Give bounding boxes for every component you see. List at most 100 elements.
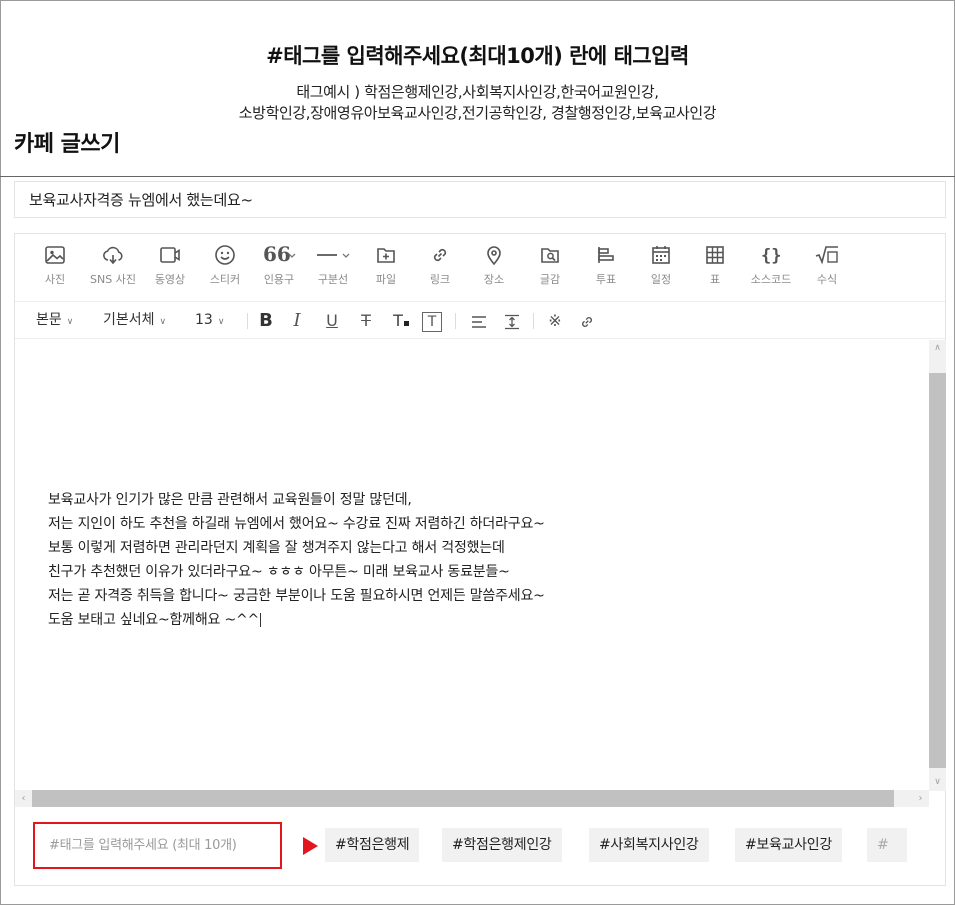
format-toolbar: 본문 ∨ 기본서체 ∨ 13 ∨ B I U T T T ※ — [15, 301, 945, 339]
photo-icon — [45, 246, 65, 264]
source-code-icon: {} — [761, 246, 781, 266]
highlight-button[interactable]: T — [422, 302, 442, 339]
video-button[interactable]: 동영상 — [142, 244, 198, 287]
chevron-down-icon: ∨ — [217, 317, 225, 327]
quote-button[interactable]: 66 인용구 — [251, 244, 307, 287]
link-icon — [433, 248, 447, 262]
body-line: 친구가 추천했던 이유가 있더라구요~ ㅎㅎㅎ 아무튼~ 미래 보육교사 동료분… — [48, 564, 510, 580]
toolbar-label: 투표 — [595, 273, 617, 286]
title-divider — [0, 176, 955, 177]
toolbar-label: 일정 — [650, 273, 672, 286]
highlight-icon: T — [422, 311, 442, 332]
bold-icon[interactable]: B — [256, 302, 276, 339]
toolbar-label: 인용구 — [263, 273, 295, 286]
editor: 사진 SNS 사진 동영상 스티커 66 인용구 구분선 파일 링크 장소 글감… — [14, 233, 946, 886]
toolbar-divider — [455, 313, 456, 329]
font-size-select[interactable]: 13 ∨ — [195, 302, 224, 339]
sticker-button[interactable]: 스티커 — [197, 244, 253, 287]
material-button[interactable]: 글감 — [522, 244, 578, 287]
tag-chip[interactable]: #학점은행제 — [325, 828, 420, 862]
vertical-scroll-thumb[interactable] — [929, 373, 946, 768]
quote-icon: 66 — [263, 244, 296, 266]
tag-chip[interactable]: #사회복지사인강 — [589, 828, 709, 862]
strikethrough-icon[interactable]: T — [356, 302, 376, 339]
material-icon — [541, 248, 559, 263]
body-line: 저는 곧 자격증 취득을 합니다~ 궁금한 부분이나 도움 필요하시면 언제든 … — [48, 588, 545, 604]
color-swatch — [403, 321, 409, 326]
divider-button[interactable]: 구분선 — [305, 244, 361, 287]
italic-icon[interactable]: I — [287, 302, 307, 339]
body-line: 저는 지인이 하도 추천을 하길래 뉴엠에서 했어요~ 수강료 진짜 저렴하긴 … — [48, 516, 545, 532]
page-title: 카페 글쓰기 — [14, 132, 120, 157]
source-code-button[interactable]: {} 소스코드 — [743, 244, 799, 287]
toolbar-label: 표 — [709, 273, 721, 286]
file-icon — [377, 248, 395, 263]
video-icon — [160, 247, 180, 263]
toolbar-label: 링크 — [429, 273, 451, 286]
font-color-button[interactable]: T — [390, 302, 412, 339]
toolbar-divider — [533, 313, 534, 329]
toolbar-label: 파일 — [375, 273, 397, 286]
table-button[interactable]: 표 — [687, 244, 743, 287]
scroll-up-arrow-icon[interactable]: ∧ — [929, 340, 946, 357]
place-icon — [487, 246, 501, 266]
paragraph-style-value: 본문 — [36, 312, 62, 328]
toolbar-label: 글감 — [539, 273, 561, 286]
font-size-value: 13 — [195, 312, 213, 328]
body-line: 도움 보태고 싶네요~함께해요 ~^^ — [48, 612, 260, 628]
calendar-icon — [652, 246, 670, 264]
format-link-button[interactable] — [577, 302, 597, 339]
tag-chip[interactable]: #학점은행제인강 — [442, 828, 562, 862]
toolbar-label: 스티커 — [209, 273, 241, 286]
formula-icon — [815, 246, 838, 265]
tag-chip-empty[interactable]: # — [867, 828, 907, 862]
body-line-last: 도움 보태고 싶네요~함께해요 ~^^ — [48, 608, 545, 632]
line-spacing-button[interactable] — [503, 302, 521, 339]
vote-icon — [598, 247, 614, 263]
insert-toolbar: 사진 SNS 사진 동영상 스티커 66 인용구 구분선 파일 링크 장소 글감… — [15, 234, 945, 300]
scroll-down-arrow-icon[interactable]: ∨ — [929, 774, 946, 791]
align-button[interactable] — [470, 302, 488, 339]
sns-photo-icon — [103, 246, 123, 265]
toolbar-label: SNS 사진 — [90, 273, 136, 286]
link-button[interactable]: 링크 — [412, 244, 468, 287]
table-icon — [706, 246, 724, 264]
special-char-icon[interactable]: ※ — [545, 302, 565, 339]
toolbar-divider — [247, 313, 248, 329]
place-button[interactable]: 장소 — [466, 244, 522, 287]
vertical-scrollbar[interactable]: ∧ ∨ — [929, 340, 946, 791]
tag-instruction: #태그를 입력해주세요(최대10개) 란에 태그입력 태그예시 ) 학점은행제인… — [0, 40, 955, 124]
body-line: 보육교사가 인기가 많은 만큼 관련해서 교육원들이 정말 많던데, — [48, 492, 412, 508]
tag-input[interactable]: #태그를 입력해주세요 (최대 10개) — [33, 822, 282, 869]
svg-text:66: 66 — [263, 244, 291, 266]
paragraph-style-select[interactable]: 본문 ∨ — [36, 302, 73, 339]
post-body[interactable]: 보육교사가 인기가 많은 만큼 관련해서 교육원들이 정말 많던데, 저는 지인… — [48, 488, 545, 632]
scroll-left-arrow-icon[interactable]: ‹ — [15, 790, 32, 807]
line-spacing-icon — [505, 314, 519, 329]
file-button[interactable]: 파일 — [358, 244, 414, 287]
horizontal-scrollbar[interactable]: ‹ › — [15, 790, 929, 807]
toolbar-label: 수식 — [816, 273, 838, 286]
tag-chip[interactable]: #보육교사인강 — [735, 828, 842, 862]
formula-button[interactable]: 수식 — [799, 244, 855, 287]
horizontal-scroll-thumb[interactable] — [32, 790, 894, 807]
sticker-icon — [215, 245, 235, 265]
photo-button[interactable]: 사진 — [27, 244, 83, 287]
chevron-down-icon: ∨ — [66, 317, 74, 327]
tag-example-line: 태그예시 ) 학점은행제인강,사회복지사인강,한국어교원인강, — [296, 83, 659, 101]
vote-button[interactable]: 투표 — [578, 244, 634, 287]
align-icon — [472, 315, 486, 328]
font-family-select[interactable]: 기본서체 ∨ — [103, 302, 166, 339]
toolbar-label: 장소 — [483, 273, 505, 286]
arrow-right-icon — [303, 837, 318, 855]
scroll-right-arrow-icon[interactable]: › — [912, 790, 929, 807]
tag-examples: 태그예시 ) 학점은행제인강,사회복지사인강,한국어교원인강, 소방학인강,장애… — [0, 82, 955, 124]
underline-icon[interactable]: U — [322, 302, 342, 339]
calendar-button[interactable]: 일정 — [633, 244, 689, 287]
sns-photo-button[interactable]: SNS 사진 — [85, 244, 141, 287]
toolbar-label: 소스코드 — [750, 273, 792, 286]
toolbar-label: 사진 — [44, 273, 66, 286]
font-color-icon: T — [393, 311, 403, 330]
subject-input[interactable]: 보육교사자격증 뉴엠에서 했는데요~ — [14, 181, 946, 218]
svg-text:{}: {} — [761, 246, 781, 266]
